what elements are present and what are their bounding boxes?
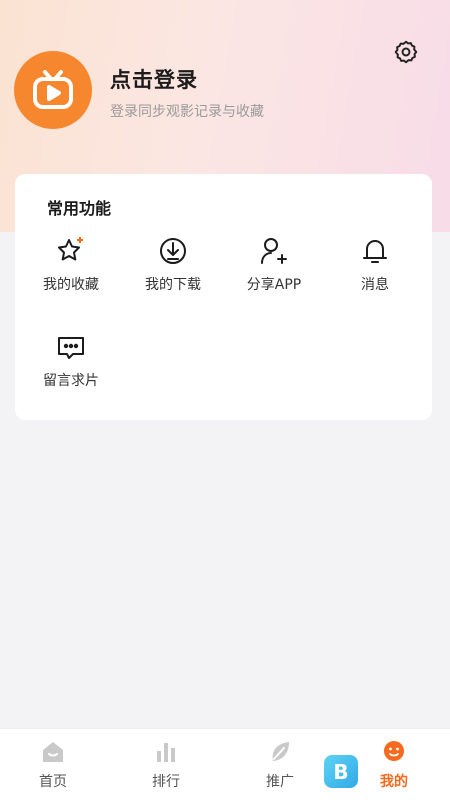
func-label: 我的下载: [145, 277, 201, 293]
login-area[interactable]: 点击登录 登录同步观影记录与收藏: [110, 64, 264, 121]
func-label: 留言求片: [43, 373, 99, 389]
tab-label: 排行: [152, 774, 180, 790]
login-title[interactable]: 点击登录: [110, 64, 264, 94]
tab-label: 推广: [266, 774, 294, 790]
login-subtitle: 登录同步观影记录与收藏: [110, 104, 264, 120]
floating-b-button[interactable]: B: [324, 755, 358, 788]
tab-promote[interactable]: 推广: [245, 739, 315, 791]
bottom-tab-bar: 首页 排行 推广 我的: [0, 728, 450, 800]
promote-icon: [272, 742, 289, 761]
settings-button[interactable]: [392, 38, 420, 66]
tab-home[interactable]: 首页: [18, 739, 88, 791]
func-share-app[interactable]: 分享APP: [234, 234, 314, 294]
mine-icon: [384, 741, 404, 761]
download-icon: [160, 238, 186, 264]
ranking-icon: [157, 743, 175, 762]
common-functions-card: 常用功能 我的收藏 我的下载 分享APP 消息 留言求片: [15, 174, 432, 420]
func-label: 分享APP: [246, 277, 302, 293]
star-icon: [58, 237, 83, 261]
func-label: 消息: [361, 277, 389, 293]
share-user-icon: [261, 238, 287, 264]
home-icon: [43, 742, 63, 762]
tab-label: 首页: [39, 774, 67, 790]
floating-b-label: B: [333, 759, 349, 784]
func-label: 我的收藏: [43, 277, 99, 293]
tab-mine[interactable]: 我的: [359, 739, 429, 791]
func-messages[interactable]: 消息: [335, 234, 415, 294]
tab-ranking[interactable]: 排行: [131, 739, 201, 791]
bell-icon: [363, 240, 387, 263]
message-icon: [58, 337, 84, 359]
func-favorites[interactable]: 我的收藏: [31, 234, 111, 294]
avatar[interactable]: [14, 51, 92, 129]
func-request-movie[interactable]: 留言求片: [31, 330, 111, 390]
card-title: 常用功能: [47, 199, 112, 218]
func-downloads[interactable]: 我的下载: [133, 234, 213, 294]
tab-label: 我的: [380, 774, 408, 790]
tv-play-icon: [33, 70, 73, 109]
gear-icon: [394, 40, 418, 64]
